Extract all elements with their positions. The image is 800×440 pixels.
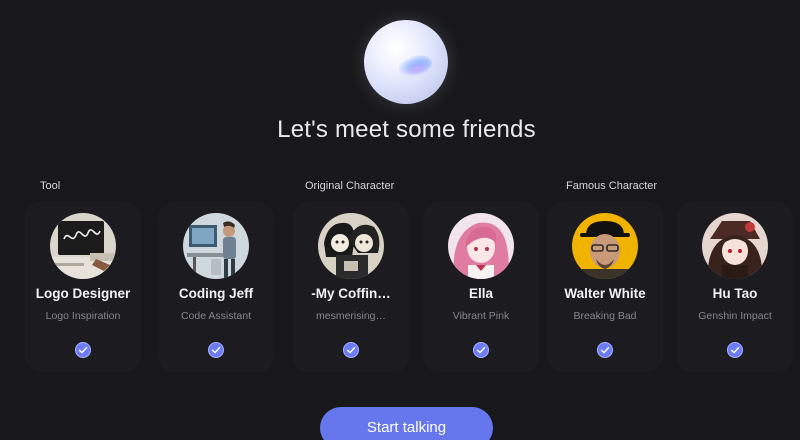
character-card-my-coffin[interactable]: -My Coffin… mesmerising… [293,202,409,372]
avatar [50,213,116,279]
checkmark-icon[interactable] [597,342,613,358]
checkmark-icon[interactable] [208,342,224,358]
start-talking-button[interactable]: Start talking [320,407,493,440]
character-card-walter-white[interactable]: Walter White Breaking Bad [547,202,663,372]
character-subtitle: Breaking Bad [573,310,637,322]
page-title: Let's meet some friends [277,116,536,143]
character-card-hu-tao[interactable]: Hu Tao Genshin Impact [677,202,793,372]
character-name: Coding Jeff [178,286,254,301]
onboarding-page: Let's meet some friends Tool Original Ch… [0,0,800,440]
group-label-original-character: Original Character [305,180,395,192]
character-name: Ella [468,286,493,301]
avatar [318,213,384,279]
character-card-coding-jeff[interactable]: Coding Jeff Code Assistant [158,202,274,372]
assistant-orb-icon [364,20,448,104]
character-name: -My Coffin… [311,286,391,301]
character-name: Walter White [564,286,646,301]
character-card-ella[interactable]: Ella Vibrant Pink [423,202,539,372]
character-subtitle: mesmerising… [315,310,386,322]
avatar [702,213,768,279]
character-subtitle: Vibrant Pink [452,310,510,322]
avatar [183,213,249,279]
group-label-famous-character: Famous Character [566,180,658,192]
avatar [572,213,638,279]
character-subtitle: Logo Inspiration [45,310,121,322]
checkmark-icon[interactable] [727,342,743,358]
character-subtitle: Genshin Impact [698,310,772,322]
character-name: Hu Tao [712,286,758,301]
character-card-logo-designer[interactable]: Logo Designer Logo Inspiration [25,202,141,372]
checkmark-icon[interactable] [473,342,489,358]
checkmark-icon[interactable] [75,342,91,358]
character-name: Logo Designer [35,286,131,301]
checkmark-icon[interactable] [343,342,359,358]
group-label-tool: Tool [40,180,61,192]
avatar [448,213,514,279]
character-subtitle: Code Assistant [180,310,252,322]
